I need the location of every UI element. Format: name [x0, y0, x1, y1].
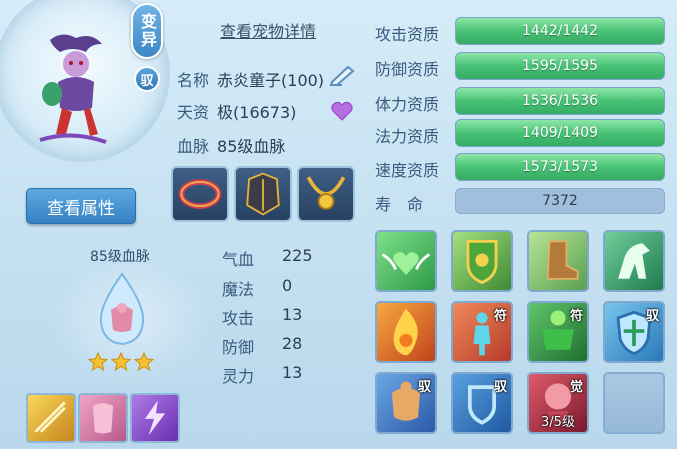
talent-label: 天资 [177, 103, 210, 122]
talent-value: 极(16673) [217, 103, 297, 122]
skill-slot-3[interactable] [527, 230, 589, 292]
name-label: 名称 [177, 71, 210, 90]
bloodline-skill-2[interactable] [78, 393, 128, 443]
aptitude-bar-magic: 1409/1409 [455, 119, 665, 147]
armor-icon [246, 172, 280, 216]
skill-mark: 符 [569, 309, 583, 324]
pink-body-icon [92, 403, 114, 434]
aptitude-value: 1573/1573 [522, 159, 598, 175]
bloodline-level-label: 85级血脉 [90, 249, 150, 265]
star-icon [111, 352, 131, 372]
stat-row: 攻击 13 [222, 305, 302, 329]
stat-value: 0 [282, 276, 293, 295]
heart-icon[interactable] [331, 101, 353, 121]
aptitude-value: 1595/1595 [522, 58, 598, 74]
pet-detail-panel: 变异 驭 查看宠物详情 名称 赤炎童子(100) 天资 极(16673) 血脉 … [0, 0, 677, 449]
skill-slot-11[interactable]: 觉 3/5级 [527, 372, 589, 434]
stat-value: 28 [282, 334, 303, 353]
aptitude-label: 攻击资质 [375, 25, 440, 44]
skill-slot-empty[interactable] [603, 372, 665, 434]
aptitude-label: 法力资质 [375, 127, 440, 146]
bloodline-stars [88, 352, 154, 372]
aptitude-bar-stamina: 1536/1536 [455, 87, 665, 115]
aptitude-label: 防御资质 [375, 60, 440, 79]
pet-name-row: 名称 赤炎童子(100) [177, 67, 324, 91]
stat-label: 攻击 [222, 309, 255, 328]
stat-label: 灵力 [222, 367, 255, 386]
shield-crest-icon [466, 239, 498, 285]
mutation-badge: 变异 [131, 3, 163, 59]
boot-icon [546, 240, 579, 280]
equipment-slot-armor[interactable] [234, 166, 292, 222]
stat-value: 225 [282, 246, 313, 265]
horse-icon [618, 243, 650, 279]
pet-figure-icon [39, 34, 107, 144]
aptitude-value: 1442/1442 [522, 23, 598, 39]
aptitude-value: 1409/1409 [522, 125, 598, 141]
golden-strike-icon [34, 401, 66, 433]
bind-badge: 驭 [134, 66, 160, 92]
stat-row: 防御 28 [222, 334, 302, 358]
stat-row: 魔法 0 [222, 276, 292, 300]
amulet-necklace-icon [306, 176, 346, 210]
skill-mark: 觉 [569, 380, 583, 395]
skill-slot-7[interactable]: 符 [527, 301, 589, 363]
skill-slot-4[interactable] [603, 230, 665, 292]
equipment-slot-amulet[interactable] [297, 166, 355, 222]
star-icon [134, 352, 154, 372]
equipment-slot-collar[interactable] [171, 166, 229, 222]
pet-bloodline-row: 血脉 85级血脉 [177, 133, 285, 157]
skill-slot-6[interactable]: 符 [451, 301, 513, 363]
ring-collar-icon [178, 179, 222, 209]
skill-mark: 驭 [417, 380, 431, 395]
stat-label: 防御 [222, 338, 255, 357]
skill-slot-2[interactable] [451, 230, 513, 292]
skill-slot-5[interactable] [375, 301, 437, 363]
stat-label: 气血 [222, 250, 255, 269]
aptitude-label: 速度资质 [375, 161, 440, 180]
name-value: 赤炎童子(100) [217, 71, 325, 90]
skill-slot-8[interactable]: 驭 [603, 301, 665, 363]
skill-slot-1[interactable] [375, 230, 437, 292]
star-icon [88, 352, 108, 372]
stat-row: 灵力 13 [222, 363, 302, 387]
skill-mark: 驭 [645, 309, 659, 324]
lifespan-label: 寿 命 [375, 195, 424, 214]
fire-swirl-icon [393, 308, 418, 356]
aptitude-value: 1536/1536 [522, 93, 598, 109]
skill-mark: 驭 [493, 380, 507, 395]
skill-slot-10[interactable]: 驭 [451, 372, 513, 434]
aptitude-bar-speed: 1573/1573 [455, 153, 665, 181]
stat-label: 魔法 [222, 280, 255, 299]
bloodline-skill-1[interactable] [26, 393, 76, 443]
skill-level: 3/5级 [541, 415, 575, 430]
aptitude-bar-attack: 1442/1442 [455, 17, 665, 45]
pet-talent-row: 天资 极(16673) [177, 99, 296, 123]
stat-row: 气血 225 [222, 246, 313, 270]
heart-wings-icon [381, 252, 431, 276]
stat-value: 13 [282, 363, 303, 382]
stat-value: 13 [282, 305, 303, 324]
view-attributes-button[interactable]: 查看属性 [26, 188, 136, 224]
bloodline-skill-3[interactable] [130, 393, 180, 443]
rename-pen-icon[interactable] [328, 64, 356, 86]
bloodline-drop-icon[interactable] [93, 272, 151, 346]
aptitude-bar-defense: 1595/1595 [455, 52, 665, 80]
skill-mark: 符 [493, 309, 507, 324]
skill-slot-9[interactable]: 驭 [375, 372, 437, 434]
aptitude-label: 体力资质 [375, 95, 440, 114]
bloodline-label: 血脉 [177, 137, 210, 156]
bloodline-value: 85级血脉 [217, 137, 286, 156]
purple-lightning-icon [144, 400, 166, 436]
lifespan-value: 7372 [455, 188, 665, 214]
view-pet-detail-link[interactable]: 查看宠物详情 [220, 18, 316, 42]
